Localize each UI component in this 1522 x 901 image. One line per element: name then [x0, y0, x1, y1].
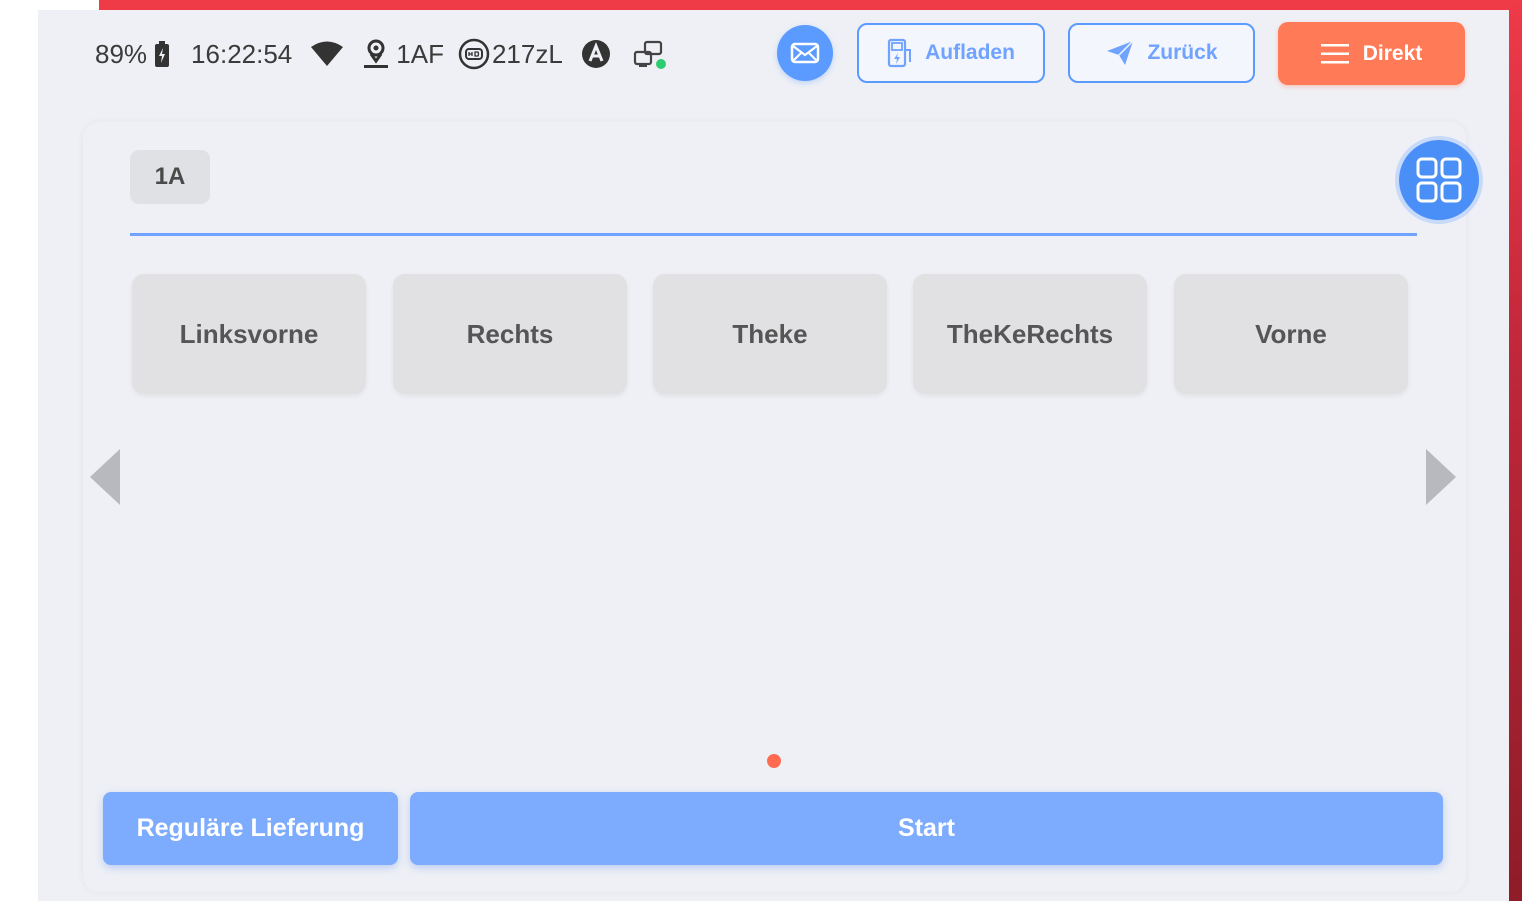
device-status-icon — [633, 40, 666, 69]
battery-percent: 89% — [95, 38, 148, 69]
battery-icon — [155, 41, 170, 67]
aufladen-label: Aufladen — [925, 41, 1015, 64]
previous-page-arrow-icon[interactable] — [90, 449, 120, 505]
start-button[interactable]: Start — [410, 792, 1443, 865]
table-tile[interactable]: TheKeRechts — [913, 274, 1147, 394]
direkt-button[interactable]: Direkt — [1278, 22, 1465, 85]
a-icon — [581, 40, 610, 68]
menu-icon — [1320, 43, 1349, 63]
mail-icon — [790, 42, 820, 64]
top-frame-bar — [99, 0, 1509, 10]
location-icon — [364, 39, 389, 68]
table-tile[interactable]: Theke — [653, 274, 887, 394]
mail-button[interactable] — [777, 25, 833, 81]
table-selection-panel: 1A Linksvorne Rechts Theke TheKeRechts V… — [83, 122, 1479, 892]
clock: 16:22:54 — [191, 38, 293, 69]
page-indicator-dot — [767, 754, 781, 768]
wifi-icon — [311, 41, 344, 66]
volume-readout: 217zL — [491, 38, 563, 69]
send-icon — [1107, 40, 1135, 65]
charging-icon — [887, 38, 912, 68]
status-bar: 89% 16:22:54 1AF 217zL — [95, 30, 667, 78]
right-frame-bar — [1509, 0, 1522, 901]
aufladen-button[interactable]: Aufladen — [857, 23, 1045, 83]
grid-icon — [1416, 157, 1462, 203]
direkt-label: Direkt — [1362, 41, 1423, 65]
zone-tab-1a[interactable]: 1A — [130, 150, 210, 204]
location-code: 1AF — [396, 38, 444, 69]
zurueck-label: Zurück — [1147, 41, 1218, 64]
hd-icon — [458, 38, 490, 70]
zone-underline — [130, 233, 1417, 236]
zurueck-button[interactable]: Zurück — [1068, 23, 1255, 83]
next-page-arrow-icon[interactable] — [1426, 449, 1456, 505]
table-tile[interactable]: Linksvorne — [132, 274, 366, 394]
robot-screen: 89% 16:22:54 1AF 217zL Aufladen Zurück D… — [38, 10, 1509, 901]
grid-view-button[interactable] — [1399, 140, 1479, 220]
regular-delivery-button[interactable]: Reguläre Lieferung — [103, 792, 398, 865]
table-tile[interactable]: Rechts — [393, 274, 627, 394]
table-tile[interactable]: Vorne — [1174, 274, 1408, 394]
